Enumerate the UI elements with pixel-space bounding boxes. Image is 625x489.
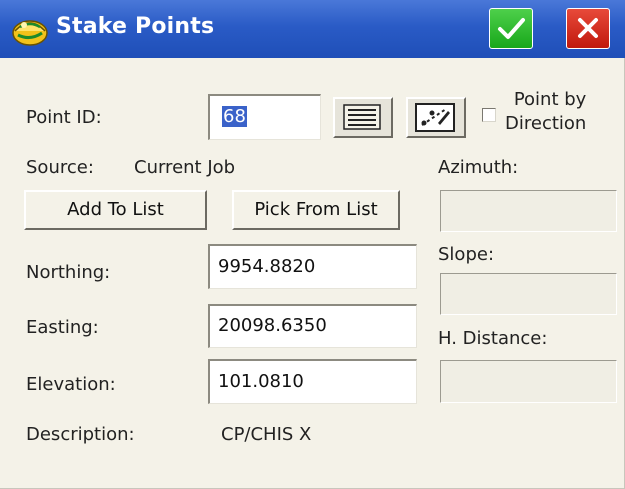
source-label: Source: — [26, 157, 94, 178]
add-to-list-button[interactable]: Add To List — [24, 190, 207, 230]
elevation-input[interactable]: 101.0810 — [208, 359, 417, 404]
northing-input[interactable]: 9954.8820 — [208, 244, 417, 289]
survey-app-icon — [10, 11, 50, 47]
slope-label: Slope: — [438, 244, 495, 265]
source-value: Current Job — [134, 157, 236, 178]
stake-points-window: Stake Points Point ID: 68 Point by Direc… — [0, 0, 625, 489]
h-distance-input[interactable] — [440, 360, 617, 403]
point-id-label: Point ID: — [26, 107, 102, 128]
checkmark-icon — [498, 18, 525, 39]
point-by-direction-line1: Point by — [513, 89, 587, 110]
map-pick-button[interactable] — [406, 97, 466, 138]
point-id-input[interactable]: 68 — [208, 94, 321, 140]
point-id-value: 68 — [222, 106, 247, 127]
azimuth-label: Azimuth: — [438, 157, 519, 178]
ok-button[interactable] — [489, 8, 533, 49]
easting-input[interactable]: 20098.6350 — [208, 304, 417, 348]
title-bar: Stake Points — [0, 0, 625, 58]
list-icon — [343, 104, 381, 130]
window-title: Stake Points — [56, 14, 215, 39]
close-icon — [578, 18, 598, 38]
point-by-direction-line2: Direction — [505, 113, 587, 134]
elevation-label: Elevation: — [26, 374, 116, 395]
description-value: CP/CHIS X — [221, 424, 312, 445]
h-distance-label: H. Distance: — [438, 328, 548, 349]
pick-from-list-button[interactable]: Pick From List — [232, 190, 400, 230]
close-button[interactable] — [566, 8, 610, 49]
point-by-direction-checkbox[interactable] — [482, 108, 496, 122]
description-label: Description: — [26, 424, 135, 445]
easting-label: Easting: — [26, 317, 99, 338]
point-by-direction-label: Point by Direction — [505, 88, 586, 136]
azimuth-input[interactable] — [440, 190, 617, 232]
point-list-button[interactable] — [333, 97, 393, 138]
map-pick-icon — [415, 103, 455, 132]
slope-input[interactable] — [440, 273, 617, 315]
northing-label: Northing: — [26, 262, 111, 283]
